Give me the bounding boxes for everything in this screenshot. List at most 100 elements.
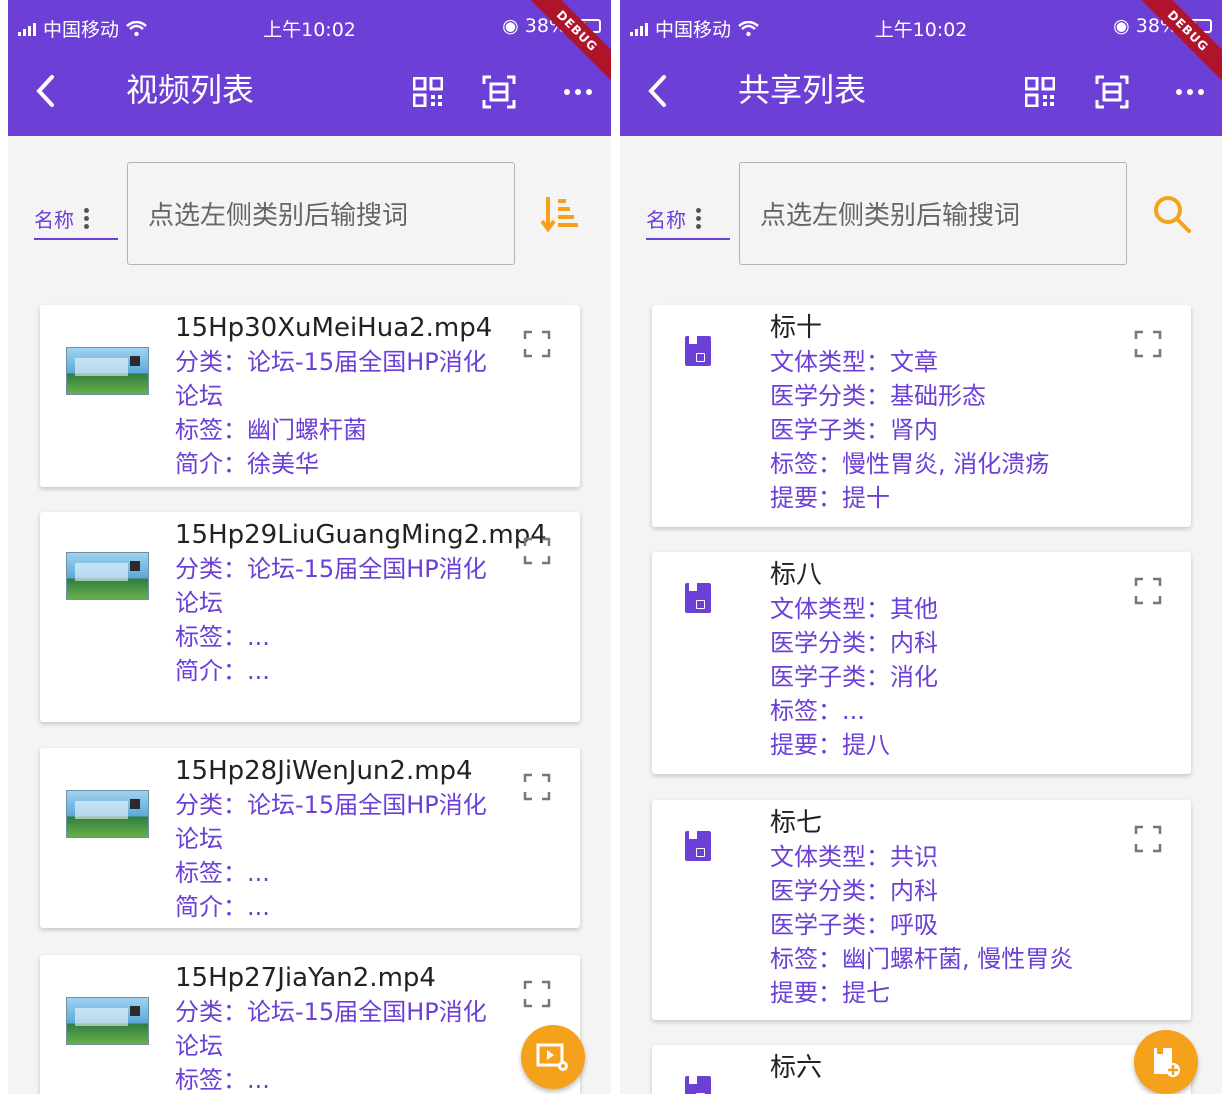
document-icon bbox=[685, 831, 711, 861]
page-title: 视频列表 bbox=[126, 71, 255, 109]
medical-subcategory: 医学子类：消化 bbox=[770, 663, 938, 691]
more-button[interactable] bbox=[556, 70, 600, 114]
document-card-1[interactable]: 标十 文体类型：文章 医学分类：基础形态 医学子类：肾内 标签：慢性胃炎, 消化… bbox=[652, 305, 1191, 527]
expand-icon[interactable] bbox=[1133, 329, 1163, 359]
sort-button[interactable] bbox=[539, 192, 583, 236]
video-tags: 标签：... bbox=[175, 859, 270, 887]
back-button[interactable] bbox=[28, 71, 64, 111]
video-thumbnail bbox=[66, 997, 149, 1045]
qr-code-icon bbox=[1025, 77, 1055, 107]
document-tags: 标签：... bbox=[770, 697, 865, 725]
scan-button[interactable] bbox=[477, 70, 521, 114]
document-icon bbox=[685, 583, 711, 613]
search-button[interactable] bbox=[1150, 192, 1194, 236]
medical-subcategory: 医学子类：呼吸 bbox=[770, 911, 938, 939]
filter-label: 名称 bbox=[646, 207, 686, 232]
back-button[interactable] bbox=[640, 71, 676, 111]
document-tags: 标签：幽门螺杆菌, 慢性胃炎 bbox=[770, 945, 1074, 973]
search-input[interactable]: 点选左侧类别后输搜词 bbox=[739, 162, 1127, 265]
video-card-4[interactable]: 15Hp27JiaYan2.mp4 分类：论坛-15届全国HP消化论坛 标签：.… bbox=[40, 955, 580, 1094]
document-summary: 提要：提七 bbox=[770, 979, 890, 1007]
scan-icon bbox=[1095, 75, 1129, 109]
search-row: 名称 点选左侧类别后输搜词 bbox=[8, 162, 611, 267]
video-title: 15Hp28JiWenJun2.mp4 bbox=[175, 756, 473, 786]
document-card-text: 标七 文体类型：共识 医学分类：内科 医学子类：呼吸 标签：幽门螺杆菌, 慢性胃… bbox=[770, 806, 1099, 1010]
expand-icon[interactable] bbox=[522, 772, 552, 802]
document-type: 文体类型：共识 bbox=[770, 843, 938, 871]
video-card-3[interactable]: 15Hp28JiWenJun2.mp4 分类：论坛-15届全国HP消化论坛 标签… bbox=[40, 748, 580, 928]
document-title: 标七 bbox=[770, 808, 823, 838]
qr-code-button[interactable] bbox=[1018, 70, 1062, 114]
more-horiz-icon bbox=[564, 89, 592, 95]
add-document-icon bbox=[1154, 1048, 1180, 1077]
medical-category: 医学分类：基础形态 bbox=[770, 382, 986, 410]
video-title: 15Hp27JiaYan2.mp4 bbox=[175, 963, 436, 993]
video-tags: 标签：... bbox=[175, 1066, 270, 1094]
video-card-text: 15Hp27JiaYan2.mp4 分类：论坛-15届全国HP消化论坛 标签：.… bbox=[175, 961, 492, 1094]
screenshot-root: 中国移动 上午10:02 ◉ 38% DEBUG 视频列表 名称 点选左侧类别后… bbox=[0, 0, 1222, 1094]
document-title: 标六 bbox=[770, 1053, 823, 1083]
video-intro: 简介：... bbox=[175, 657, 270, 685]
more-button[interactable] bbox=[1168, 70, 1212, 114]
video-category: 分类：论坛-15届全国HP消化论坛 bbox=[175, 555, 487, 617]
scan-icon bbox=[482, 75, 516, 109]
document-title: 标八 bbox=[770, 560, 823, 590]
video-tags: 标签：幽门螺杆菌 bbox=[175, 416, 367, 444]
document-summary: 提要：提十 bbox=[770, 484, 890, 512]
filter-selector[interactable]: 名称 bbox=[646, 198, 730, 240]
add-document-fab[interactable] bbox=[1134, 1030, 1198, 1094]
right-phone: 中国移动 上午10:02 ◉ 38% DEBUG 共享列表 名称 点选左侧类别后… bbox=[620, 0, 1222, 1094]
document-card-text: 标十 文体类型：文章 医学分类：基础形态 医学子类：肾内 标签：慢性胃炎, 消化… bbox=[770, 311, 1099, 515]
document-type: 文体类型：其他 bbox=[770, 595, 938, 623]
more-vert-icon bbox=[696, 207, 701, 229]
video-card-text: 15Hp28JiWenJun2.mp4 分类：论坛-15届全国HP消化论坛 标签… bbox=[175, 754, 492, 924]
medical-category: 医学分类：内科 bbox=[770, 877, 938, 905]
video-category: 分类：论坛-15届全国HP消化论坛 bbox=[175, 791, 487, 853]
document-card-2[interactable]: 标八 文体类型：其他 医学分类：内科 医学子类：消化 标签：... 提要：提八 bbox=[652, 552, 1191, 774]
more-horiz-icon bbox=[1176, 89, 1204, 95]
document-summary: 提要：提八 bbox=[770, 731, 890, 759]
document-title: 标十 bbox=[770, 313, 823, 343]
expand-icon[interactable] bbox=[522, 979, 552, 1009]
document-type: 文体类型：文章 bbox=[770, 348, 938, 376]
expand-icon[interactable] bbox=[522, 329, 552, 359]
orientation-lock-icon: ◉ bbox=[1113, 15, 1130, 37]
video-title: 15Hp30XuMeiHua2.mp4 bbox=[175, 313, 493, 343]
video-tags: 标签：... bbox=[175, 623, 270, 651]
scan-button[interactable] bbox=[1090, 70, 1134, 114]
document-card-4[interactable]: 标六 bbox=[652, 1045, 1191, 1094]
video-title: 15Hp29LiuGuangMing2.mp4 bbox=[175, 520, 547, 550]
video-intro: 简介：徐美华 bbox=[175, 450, 319, 478]
video-card-2[interactable]: 15Hp29LiuGuangMing2.mp4 分类：论坛-15届全国HP消化论… bbox=[40, 512, 580, 722]
filter-label: 名称 bbox=[34, 207, 74, 232]
video-card-1[interactable]: 15Hp30XuMeiHua2.mp4 分类：论坛-15届全国HP消化论坛 标签… bbox=[40, 305, 580, 487]
add-video-fab[interactable] bbox=[521, 1025, 585, 1089]
left-phone: 中国移动 上午10:02 ◉ 38% DEBUG 视频列表 名称 点选左侧类别后… bbox=[8, 0, 611, 1094]
video-intro: 简介：... bbox=[175, 893, 270, 921]
document-icon bbox=[685, 336, 711, 366]
document-card-text: 标八 文体类型：其他 医学分类：内科 医学子类：消化 标签：... 提要：提八 bbox=[770, 558, 1099, 762]
qr-code-icon bbox=[413, 77, 443, 107]
qr-code-button[interactable] bbox=[406, 70, 450, 114]
document-icon bbox=[685, 1076, 711, 1094]
video-card-text: 15Hp30XuMeiHua2.mp4 分类：论坛-15届全国HP消化论坛 标签… bbox=[175, 311, 492, 481]
app-bar: 视频列表 bbox=[8, 46, 611, 136]
chevron-left-icon bbox=[648, 75, 666, 107]
filter-selector[interactable]: 名称 bbox=[34, 198, 118, 240]
medical-subcategory: 医学子类：肾内 bbox=[770, 416, 938, 444]
status-bar: 中国移动 上午10:02 ◉ 38% DEBUG bbox=[620, 0, 1222, 89]
video-thumbnail bbox=[66, 552, 149, 600]
sort-icon bbox=[540, 197, 578, 233]
search-input[interactable]: 点选左侧类别后输搜词 bbox=[127, 162, 515, 265]
expand-icon[interactable] bbox=[522, 536, 552, 566]
expand-icon[interactable] bbox=[1133, 824, 1163, 854]
more-vert-icon bbox=[84, 207, 89, 229]
video-thumbnail bbox=[66, 347, 149, 395]
document-card-3[interactable]: 标七 文体类型：共识 医学分类：内科 医学子类：呼吸 标签：幽门螺杆菌, 慢性胃… bbox=[652, 800, 1191, 1020]
expand-icon[interactable] bbox=[1133, 576, 1163, 606]
document-card-text: 标六 bbox=[770, 1051, 1099, 1085]
document-tags: 标签：慢性胃炎, 消化溃疡 bbox=[770, 450, 1050, 478]
chevron-left-icon bbox=[36, 75, 54, 107]
page-title: 共享列表 bbox=[738, 71, 867, 109]
video-thumbnail bbox=[66, 790, 149, 838]
